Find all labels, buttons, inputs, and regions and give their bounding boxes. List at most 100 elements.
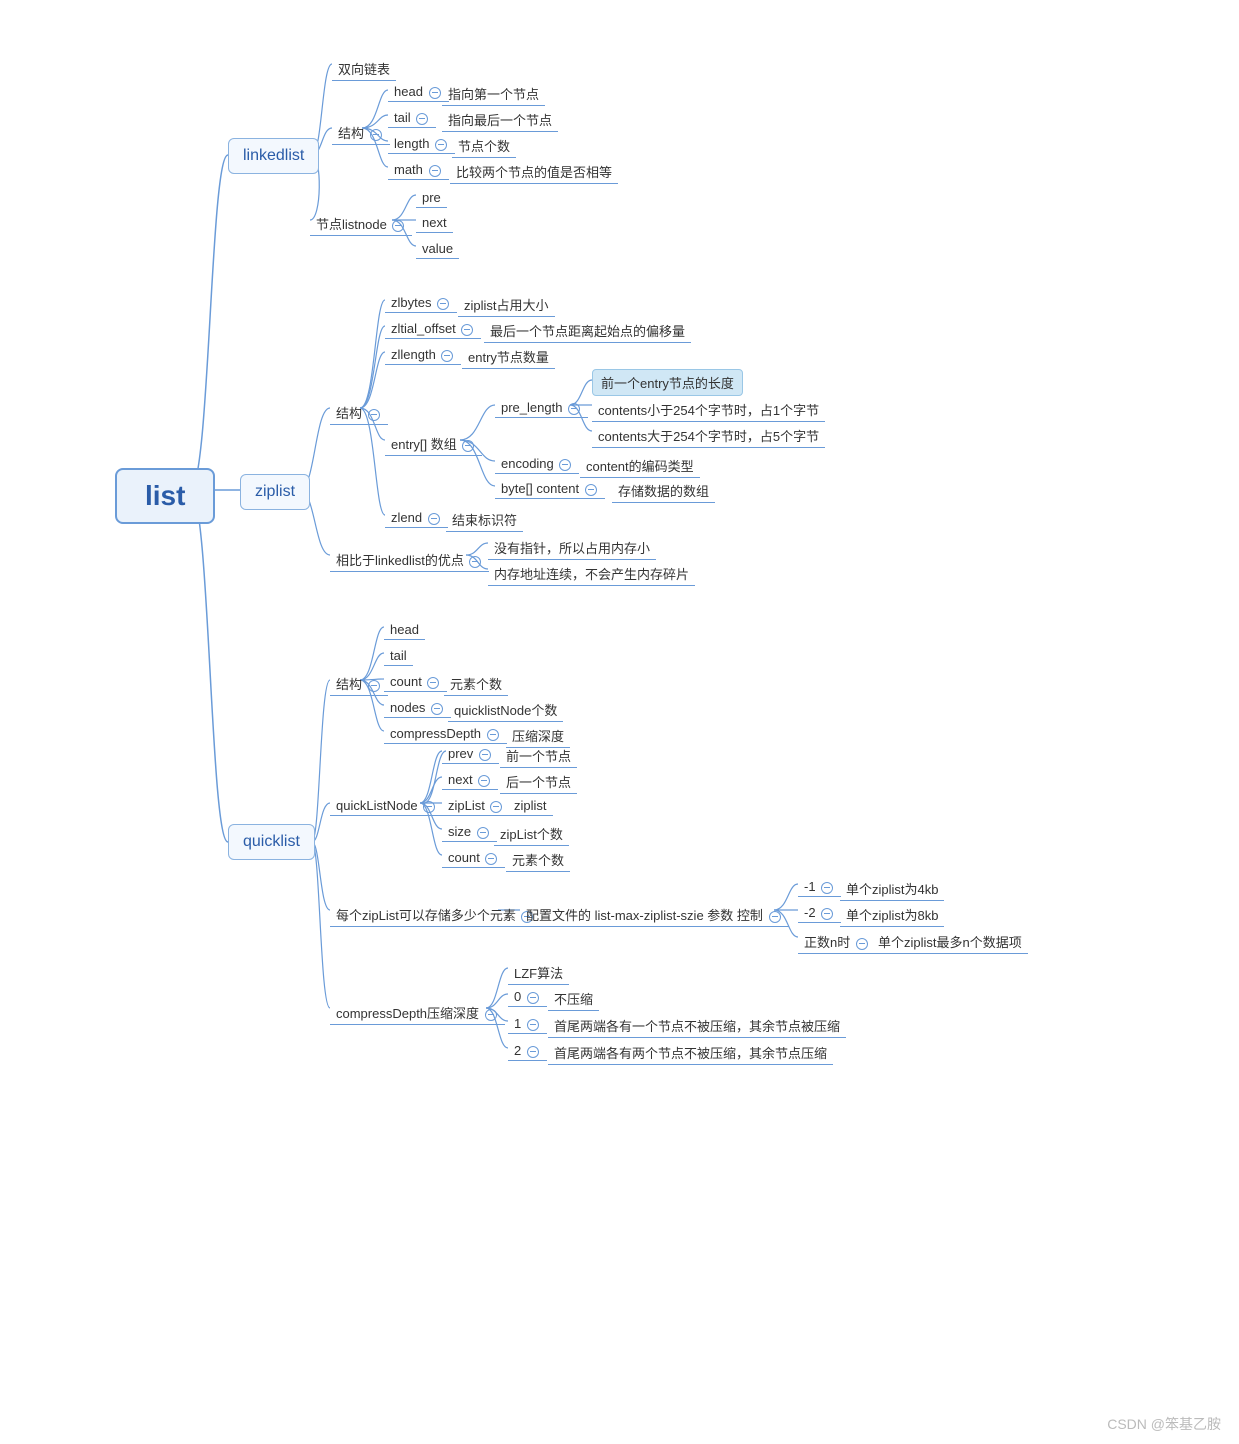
- leaf-desc[interactable]: ziplist: [508, 794, 553, 816]
- collapse-icon[interactable]: [487, 729, 499, 741]
- collapse-icon[interactable]: [568, 403, 580, 415]
- leaf-desc[interactable]: zipList个数: [494, 820, 569, 846]
- collapse-icon[interactable]: [479, 749, 491, 761]
- leaf[interactable]: zlend: [385, 506, 448, 528]
- node-struct[interactable]: 结构: [332, 119, 390, 145]
- leaf-desc[interactable]: 单个ziplist为4kb: [840, 875, 944, 901]
- leaf-desc[interactable]: content的编码类型: [580, 452, 700, 478]
- leaf-desc[interactable]: 首尾两端各有两个节点不被压缩，其余节点压缩: [548, 1039, 833, 1065]
- node-ziplist[interactable]: ziplist: [240, 474, 310, 510]
- collapse-icon[interactable]: [392, 220, 404, 232]
- collapse-icon[interactable]: [478, 775, 490, 787]
- leaf-desc[interactable]: entry节点数量: [462, 343, 555, 369]
- leaf-desc[interactable]: 单个ziplist为8kb: [840, 901, 944, 927]
- leaf[interactable]: -2: [798, 901, 841, 923]
- collapse-icon[interactable]: [462, 440, 474, 452]
- leaf-desc[interactable]: 元素个数: [444, 670, 508, 696]
- collapse-icon[interactable]: [477, 827, 489, 839]
- collapse-icon[interactable]: [441, 350, 453, 362]
- collapse-icon[interactable]: [428, 513, 440, 525]
- collapse-icon[interactable]: [485, 1009, 497, 1021]
- leaf[interactable]: encoding: [495, 452, 579, 474]
- leaf-desc[interactable]: contents小于254个字节时，占1个字节: [592, 396, 825, 422]
- leaf-desc[interactable]: 首尾两端各有一个节点不被压缩，其余节点被压缩: [548, 1012, 846, 1038]
- leaf[interactable]: compressDepth: [384, 722, 507, 744]
- leaf[interactable]: head: [388, 80, 449, 102]
- leaf[interactable]: byte[] content: [495, 477, 605, 499]
- leaf-desc[interactable]: contents大于254个字节时，占5个字节: [592, 422, 825, 448]
- leaf[interactable]: next: [442, 768, 498, 790]
- node-listnode[interactable]: 节点listnode: [310, 210, 412, 236]
- leaf-desc[interactable]: 元素个数: [506, 846, 570, 872]
- leaf[interactable]: LZF算法: [508, 959, 569, 985]
- leaf[interactable]: 没有指针，所以占用内存小: [488, 534, 656, 560]
- node-entry[interactable]: entry[] 数组: [385, 430, 482, 456]
- leaf-desc[interactable]: 不压缩: [548, 985, 599, 1011]
- leaf[interactable]: 内存地址连续，不会产生内存碎片: [488, 560, 695, 586]
- leaf[interactable]: zllength: [385, 343, 461, 365]
- leaf-desc[interactable]: 指向第一个节点: [442, 80, 545, 106]
- leaf[interactable]: prev: [442, 742, 499, 764]
- leaf[interactable]: pre: [416, 186, 447, 208]
- leaf[interactable]: tail: [388, 106, 436, 128]
- collapse-icon[interactable]: [821, 908, 833, 920]
- leaf[interactable]: zlbytes: [385, 291, 457, 313]
- leaf-desc[interactable]: 结束标识符: [446, 506, 523, 532]
- collapse-icon[interactable]: [485, 853, 497, 865]
- collapse-icon[interactable]: [416, 113, 428, 125]
- node-store[interactable]: 每个zipList可以存储多少个元素: [330, 901, 541, 927]
- leaf[interactable]: 双向链表: [332, 55, 396, 81]
- collapse-icon[interactable]: [527, 1019, 539, 1031]
- leaf-desc[interactable]: 指向最后一个节点: [442, 106, 558, 132]
- node-advantage[interactable]: 相比于linkedlist的优点: [330, 546, 489, 572]
- leaf-desc[interactable]: 节点个数: [452, 132, 516, 158]
- leaf[interactable]: math: [388, 158, 449, 180]
- leaf[interactable]: zipList: [442, 794, 510, 816]
- leaf[interactable]: size: [442, 820, 497, 842]
- collapse-icon[interactable]: [821, 882, 833, 894]
- leaf[interactable]: tail: [384, 644, 413, 666]
- leaf-desc[interactable]: 比较两个节点的值是否相等: [450, 158, 618, 184]
- leaf[interactable]: 0: [508, 985, 547, 1007]
- leaf-highlight[interactable]: 前一个entry节点的长度: [592, 369, 743, 396]
- leaf[interactable]: value: [416, 237, 459, 259]
- collapse-icon[interactable]: [431, 703, 443, 715]
- collapse-icon[interactable]: [427, 677, 439, 689]
- leaf[interactable]: -1: [798, 875, 841, 897]
- mindmap-root[interactable]: list: [115, 468, 215, 524]
- leaf[interactable]: 1: [508, 1012, 547, 1034]
- leaf[interactable]: length: [388, 132, 455, 154]
- collapse-icon[interactable]: [527, 1046, 539, 1058]
- collapse-icon[interactable]: [423, 801, 435, 813]
- collapse-icon[interactable]: [856, 938, 868, 950]
- collapse-icon[interactable]: [490, 801, 502, 813]
- leaf[interactable]: nodes: [384, 696, 451, 718]
- collapse-icon[interactable]: [469, 556, 481, 568]
- collapse-icon[interactable]: [527, 992, 539, 1004]
- leaf[interactable]: next: [416, 211, 453, 233]
- leaf-desc[interactable]: 前一个节点: [500, 742, 577, 768]
- expand-icon[interactable]: [370, 129, 382, 141]
- leaf[interactable]: pre_length: [495, 396, 588, 418]
- leaf[interactable]: count: [384, 670, 447, 692]
- leaf-desc[interactable]: quicklistNode个数: [448, 696, 563, 722]
- collapse-icon[interactable]: [429, 87, 441, 99]
- collapse-icon[interactable]: [585, 484, 597, 496]
- leaf[interactable]: 2: [508, 1039, 547, 1061]
- leaf-desc[interactable]: 配置文件的 list-max-ziplist-szie 参数 控制: [520, 901, 789, 927]
- node-quicklist[interactable]: quicklist: [228, 824, 315, 860]
- collapse-icon[interactable]: [437, 298, 449, 310]
- collapse-icon[interactable]: [461, 324, 473, 336]
- node-quicklistnode[interactable]: quickListNode: [330, 794, 443, 816]
- node-linkedlist[interactable]: linkedlist: [228, 138, 319, 174]
- leaf-desc[interactable]: 单个ziplist最多n个数据项: [872, 928, 1028, 954]
- collapse-icon[interactable]: [769, 911, 781, 923]
- leaf-desc[interactable]: 最后一个节点距离起始点的偏移量: [484, 317, 691, 343]
- collapse-icon[interactable]: [429, 165, 441, 177]
- node-compressdepth[interactable]: compressDepth压缩深度: [330, 999, 505, 1025]
- leaf[interactable]: head: [384, 618, 425, 640]
- node-struct[interactable]: 结构: [330, 670, 388, 696]
- leaf[interactable]: count: [442, 846, 505, 868]
- leaf[interactable]: zltial_offset: [385, 317, 481, 339]
- collapse-icon[interactable]: [368, 409, 380, 421]
